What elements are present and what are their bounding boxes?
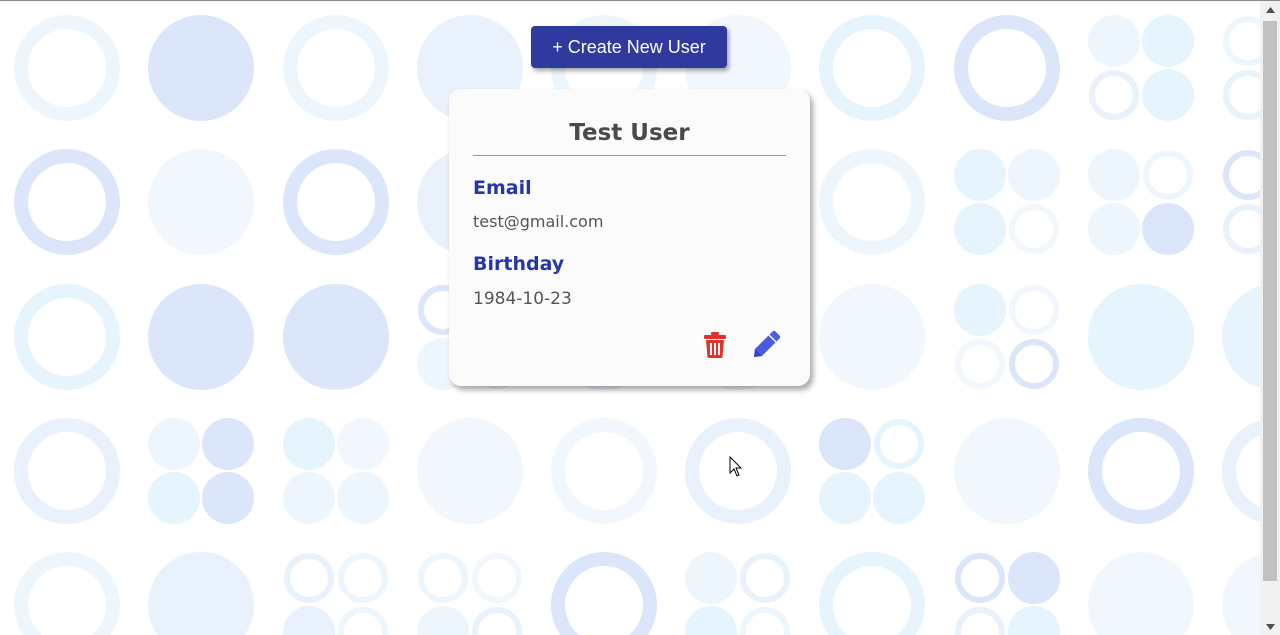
bg-small-ring	[284, 553, 334, 603]
bg-small-circle	[685, 552, 737, 604]
bg-small-circle	[819, 418, 871, 470]
create-new-user-button[interactable]: + Create New User	[531, 26, 727, 68]
email-value: test@gmail.com	[473, 212, 604, 231]
bg-ring	[551, 552, 657, 635]
bg-small-ring	[338, 607, 388, 635]
bg-small-circle	[283, 418, 335, 470]
bg-circle	[148, 552, 254, 635]
bg-circle	[1222, 286, 1260, 388]
bg-ring	[283, 15, 389, 121]
mouse-cursor-icon	[729, 456, 743, 477]
bg-ring	[14, 418, 120, 524]
bg-small-ring	[472, 607, 522, 635]
scroll-up-arrow-icon[interactable]	[1260, 1, 1280, 18]
bg-small-circle	[1088, 15, 1140, 67]
vertical-scrollbar[interactable]	[1260, 1, 1280, 635]
bg-small-ring	[955, 607, 1005, 635]
bg-small-circle	[685, 606, 737, 635]
bg-small-circle	[1088, 203, 1140, 255]
bg-small-circle	[283, 472, 335, 524]
bg-small-ring	[955, 339, 1005, 389]
bg-small-circle	[954, 284, 1006, 336]
bg-small-circle	[1142, 69, 1194, 121]
bg-small-circle	[954, 203, 1006, 255]
bg-circle	[954, 418, 1060, 524]
bg-small-circle	[1008, 149, 1060, 201]
bg-small-circle	[337, 472, 389, 524]
bg-small-circle	[202, 418, 254, 470]
bg-ring	[14, 15, 120, 121]
bg-small-ring	[1223, 150, 1260, 200]
bg-ring	[954, 15, 1060, 121]
bg-small-ring	[418, 553, 468, 603]
bg-small-circle	[337, 418, 389, 470]
email-label: Email	[473, 177, 532, 199]
bg-small-circle	[1088, 149, 1140, 201]
bg-small-ring	[1223, 16, 1260, 66]
bg-circle	[148, 284, 254, 390]
bg-ring	[14, 149, 120, 255]
bg-small-circle	[202, 472, 254, 524]
bg-small-ring	[1009, 339, 1059, 389]
bg-ring	[819, 149, 925, 255]
bg-small-ring	[874, 419, 924, 469]
bg-small-circle	[873, 472, 925, 524]
bg-small-circle	[1142, 15, 1194, 67]
bg-small-circle	[819, 472, 871, 524]
bg-ring	[283, 149, 389, 255]
bg-small-circle	[148, 472, 200, 524]
bg-small-circle	[1008, 552, 1060, 604]
bg-small-ring	[740, 607, 790, 635]
bg-circle	[417, 418, 523, 524]
bg-ring	[1088, 418, 1194, 524]
birthday-label: Birthday	[473, 253, 565, 275]
bg-small-circle	[417, 606, 469, 635]
bg-small-circle	[1008, 606, 1060, 635]
bg-circle	[148, 149, 254, 255]
bg-circle	[1088, 284, 1194, 390]
bg-ring	[14, 284, 120, 390]
bg-small-ring	[1089, 70, 1139, 120]
bg-ring	[819, 552, 925, 635]
edit-user-button[interactable]	[750, 329, 782, 361]
bg-small-circle	[283, 606, 335, 635]
bg-small-ring	[338, 553, 388, 603]
delete-user-button[interactable]	[699, 329, 731, 361]
bg-ring	[819, 15, 925, 121]
bg-small-circle	[1142, 203, 1194, 255]
bg-small-ring	[955, 553, 1005, 603]
bg-small-ring	[1143, 150, 1193, 200]
bg-circle	[1222, 554, 1260, 635]
bg-small-ring	[472, 553, 522, 603]
bg-small-ring	[1009, 204, 1059, 254]
user-name: Test User	[473, 115, 786, 156]
bg-ring	[14, 552, 120, 635]
bg-small-ring	[1223, 70, 1260, 120]
bg-circle	[283, 284, 389, 390]
birthday-value: 1984-10-23	[473, 289, 572, 309]
trash-icon	[704, 332, 726, 358]
bg-ring	[1222, 420, 1260, 522]
scroll-down-arrow-icon[interactable]	[1260, 618, 1280, 635]
bg-small-ring	[1009, 285, 1059, 335]
bg-circle	[148, 15, 254, 121]
bg-circle	[819, 284, 925, 390]
scrollbar-thumb[interactable]	[1263, 21, 1277, 581]
bg-circle	[1088, 552, 1194, 635]
pencil-icon	[754, 331, 780, 357]
bg-small-ring	[740, 553, 790, 603]
user-card: Test User Email test@gmail.com Birthday …	[449, 89, 810, 386]
bg-small-circle	[148, 418, 200, 470]
bg-small-circle	[954, 149, 1006, 201]
bg-ring	[551, 418, 657, 524]
bg-small-ring	[1223, 204, 1260, 254]
